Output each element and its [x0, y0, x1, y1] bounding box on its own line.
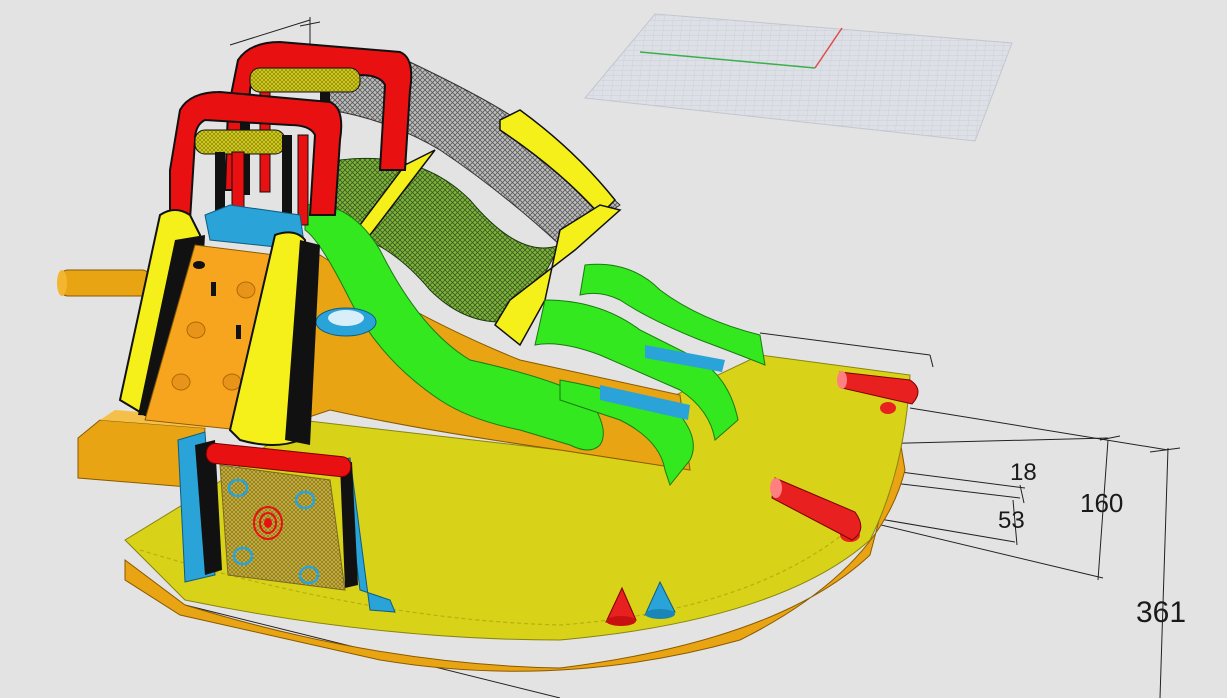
water-ring: [315, 307, 377, 337]
ground-grid: [584, 13, 1013, 142]
blower-tube: [57, 269, 151, 297]
dim-label-53: 53: [998, 507, 1025, 534]
dim-label-361: 361: [1136, 596, 1186, 629]
dim-label-160: 160: [1080, 488, 1123, 518]
3d-viewport[interactable]: 39 18 53 160 361: [0, 0, 1227, 698]
climbing-wall: [118, 209, 320, 446]
tower-front-frame: [169, 90, 343, 226]
dim-label-18: 18: [1010, 459, 1037, 486]
inflatable-model[interactable]: [57, 40, 919, 672]
